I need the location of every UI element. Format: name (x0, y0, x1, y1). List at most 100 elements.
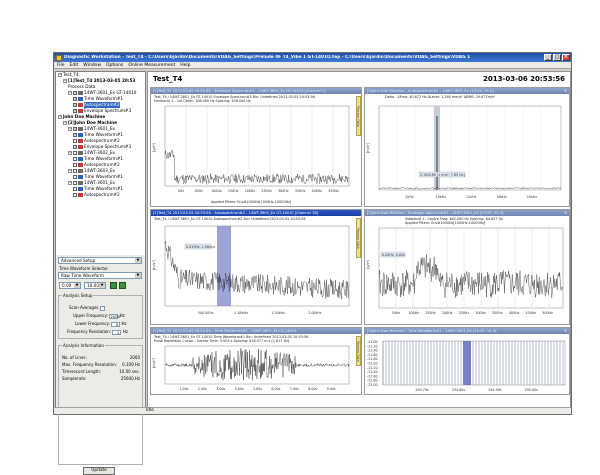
tree-checkbox[interactable] (73, 187, 77, 191)
x-tick-label: 350Hz (492, 311, 503, 315)
expand-toggle-icon[interactable]: − (68, 127, 72, 131)
close-button[interactable]: × (562, 54, 570, 61)
menu-bar: File Edit Window Options Online Measurem… (54, 62, 571, 69)
main-header: Test_T4 2013-03-06 20:53:56 (148, 72, 570, 85)
tree-checkbox[interactable]: ✓ (73, 97, 77, 101)
menu-file[interactable]: File (57, 63, 65, 68)
lower-frequency-label: Lower Frequency: (75, 321, 110, 326)
panel-envelope-spectrum-test[interactable]: [1]Test_T4 2013-03-05 20:53:56 - Envelop… (150, 87, 362, 207)
panel-header: [2]John Doe Machine - Autospectrum#2 - 1… (365, 88, 569, 94)
tree-checkbox[interactable] (73, 163, 77, 167)
upper-frequency-unit: Hz (120, 313, 125, 318)
plot-area (379, 106, 561, 190)
panel-header: [2]John Doe Machine - Time Waveform#1 - … (365, 328, 569, 334)
info-row: No. of Lines: 2000 (62, 355, 140, 360)
x-tick-label: 294.90s (488, 388, 502, 392)
menu-help[interactable]: Help (180, 63, 190, 68)
scan-averages-checkbox[interactable] (100, 306, 105, 311)
envelope-spectrum-john-doe-plot[interactable]: 0.00Hz, 0.05s 50Hz 100Hz 150Hz 200Hz 250Hz 300… (371, 226, 567, 320)
expand-toggle-icon[interactable]: − (63, 79, 67, 83)
x-tick-label: 350Hz (295, 189, 306, 193)
cursor-readout: 0.019Hz, 1.90m/s (186, 245, 215, 249)
info-value: 0.100 Hz (122, 362, 140, 367)
channel-icon (78, 169, 83, 173)
time-waveform-john-doe-plot[interactable]: -21.00-21.20-21.40-21.60-21.80-22.00-22.… (367, 335, 569, 395)
update-button[interactable]: Update (83, 467, 115, 475)
analysis-setup-title: Analysis Setup (62, 293, 93, 298)
tree-item[interactable]: Autospectrum#2 (56, 192, 145, 198)
upper-frequency-input[interactable]: 2000 (109, 314, 118, 319)
status-bar: Idle (54, 407, 571, 414)
tree-checkbox[interactable]: ✓ (73, 103, 77, 107)
expand-toggle-icon[interactable]: − (58, 73, 62, 77)
autospectrum-test-plot[interactable]: 0.019Hz, 1.90m/s 500.00Hz 1.00kHz 1.50kHz 2.… (157, 222, 353, 320)
chevron-down-icon: ▼ (99, 283, 105, 288)
x-tick-label: 5.00s (253, 387, 262, 391)
x-tick-label: 4.00s (235, 387, 244, 391)
menu-edit[interactable]: Edit (70, 63, 79, 68)
menu-window[interactable]: Window (83, 63, 101, 68)
range-end-dropdown[interactable]: 10.00 ▼ (84, 282, 106, 289)
panel-time-waveform-test[interactable]: [1]Test_T4 2013-03-05 20:53:56 - Time Wa… (150, 327, 362, 395)
x-tick-label: 300Hz (475, 311, 486, 315)
panel-info: Test_T4 / 14WT-3601_Ex GT-14010 Time Wav… (154, 335, 308, 343)
chevron-down-icon: ▼ (74, 283, 80, 288)
tree-checkbox[interactable] (73, 157, 77, 161)
panel-autospectrum-john-doe[interactable]: [2]John Doe Machine - Autospectrum#2 - 1… (364, 87, 570, 207)
x-tick-label: 20kHz (527, 195, 538, 199)
tree-checkbox[interactable]: ✓ (73, 91, 77, 95)
minimize-button[interactable]: _ (544, 54, 552, 61)
tree-checkbox[interactable]: ✓ (73, 145, 77, 149)
zoom-in-icon[interactable] (110, 282, 117, 289)
panel-info-line-2: Harmonic 1 - 1st Order: 108.000 Hz Spaci… (154, 99, 315, 103)
range-start-dropdown[interactable]: 0.00 ▼ (59, 282, 81, 289)
lower-frequency-input[interactable]: 0 (111, 322, 120, 327)
maximize-button[interactable]: □ (553, 54, 561, 61)
panel-info: Test_T4 / 14WT-3601_Ex GT-14010 Envelope… (154, 95, 315, 103)
lower-frequency-row: Lower Frequency: 0 Hz (75, 321, 127, 327)
scan-averages-label: Scan Averages (69, 305, 99, 310)
tree-checkbox[interactable] (73, 139, 77, 143)
expand-toggle-icon[interactable]: − (58, 115, 62, 119)
expand-toggle-icon[interactable]: − (68, 181, 72, 185)
expand-toggle-icon[interactable]: − (68, 91, 72, 95)
tree-checkbox[interactable]: ✓ (73, 127, 77, 131)
menu-online-measurement[interactable]: Online Measurement (128, 63, 175, 68)
tree-checkbox[interactable] (73, 181, 77, 185)
waveform-selector-dropdown[interactable]: Raw Time Waveform ▼ (58, 272, 142, 279)
envelope-spectrum-plot[interactable]: 0Hz 50Hz 100Hz 150Hz 200Hz 250Hz 300Hz 350Hz 400… (157, 104, 353, 196)
setup-mode-value: Advanced Setup (61, 258, 95, 263)
x-tick-label: 150Hz (228, 189, 239, 193)
zoom-out-icon[interactable] (119, 282, 126, 289)
tree-checkbox[interactable] (73, 169, 77, 173)
close-icon[interactable]: × (563, 88, 568, 93)
panel-envelope-spectrum-john-doe[interactable]: [2]John Doe Machine - Envelope Spectrum#… (364, 209, 570, 325)
setup-pane: Advanced Setup ▼ Time Waveform Selector … (56, 255, 145, 408)
tree-checkbox[interactable] (73, 175, 77, 179)
expand-toggle-icon[interactable]: − (63, 121, 67, 125)
expand-toggle-icon[interactable]: − (68, 151, 72, 155)
tree-checkbox[interactable] (73, 151, 77, 155)
time-waveform-plot[interactable]: 1.00s 2.00s 3.00s 4.00s 5.00s 6.00s 7.00s 8.00s… (157, 344, 353, 394)
info-value: 25600 Hz (121, 376, 140, 381)
window-title: Diagnostic Workstation - Test_T4 - C:\Us… (64, 55, 544, 60)
panel-autospectrum-test[interactable]: [1]Test_T4 2013-03-05 20:53:56 - Autospe… (150, 209, 362, 325)
menu-options[interactable]: Options (106, 63, 123, 68)
panel-info-line-2: Pulse Repetition Cursor - Centre Time: 5… (154, 339, 308, 343)
panel-time-waveform-john-doe[interactable]: [2]John Doe Machine - Time Waveform#1 - … (364, 327, 570, 395)
process-data-tab[interactable]: Process Data (356, 96, 361, 136)
tree-checkbox[interactable]: ✓ (73, 133, 77, 137)
upper-frequency-label: Upper Frequency: (73, 313, 108, 318)
process-data-tab[interactable]: Process Data (356, 336, 361, 366)
x-tick-label: 1.50kHz (271, 311, 285, 315)
autospectrum-plot[interactable]: 2.19/0.89 [1 m/s², 7.85 Hz] 2kHz 10kHz 12kH… (371, 102, 565, 202)
tree-checkbox[interactable]: ✓ (73, 109, 77, 113)
tree-checkbox[interactable] (73, 193, 77, 197)
process-data-tab[interactable]: Process Data (356, 218, 361, 258)
setup-mode-dropdown[interactable]: Advanced Setup ▼ (58, 257, 142, 264)
close-icon[interactable]: × (563, 328, 568, 333)
channel-icon (78, 91, 83, 95)
frequency-resolution-input[interactable]: 1 (112, 330, 121, 335)
close-icon[interactable]: × (563, 210, 568, 215)
expand-toggle-icon[interactable]: − (68, 169, 72, 173)
